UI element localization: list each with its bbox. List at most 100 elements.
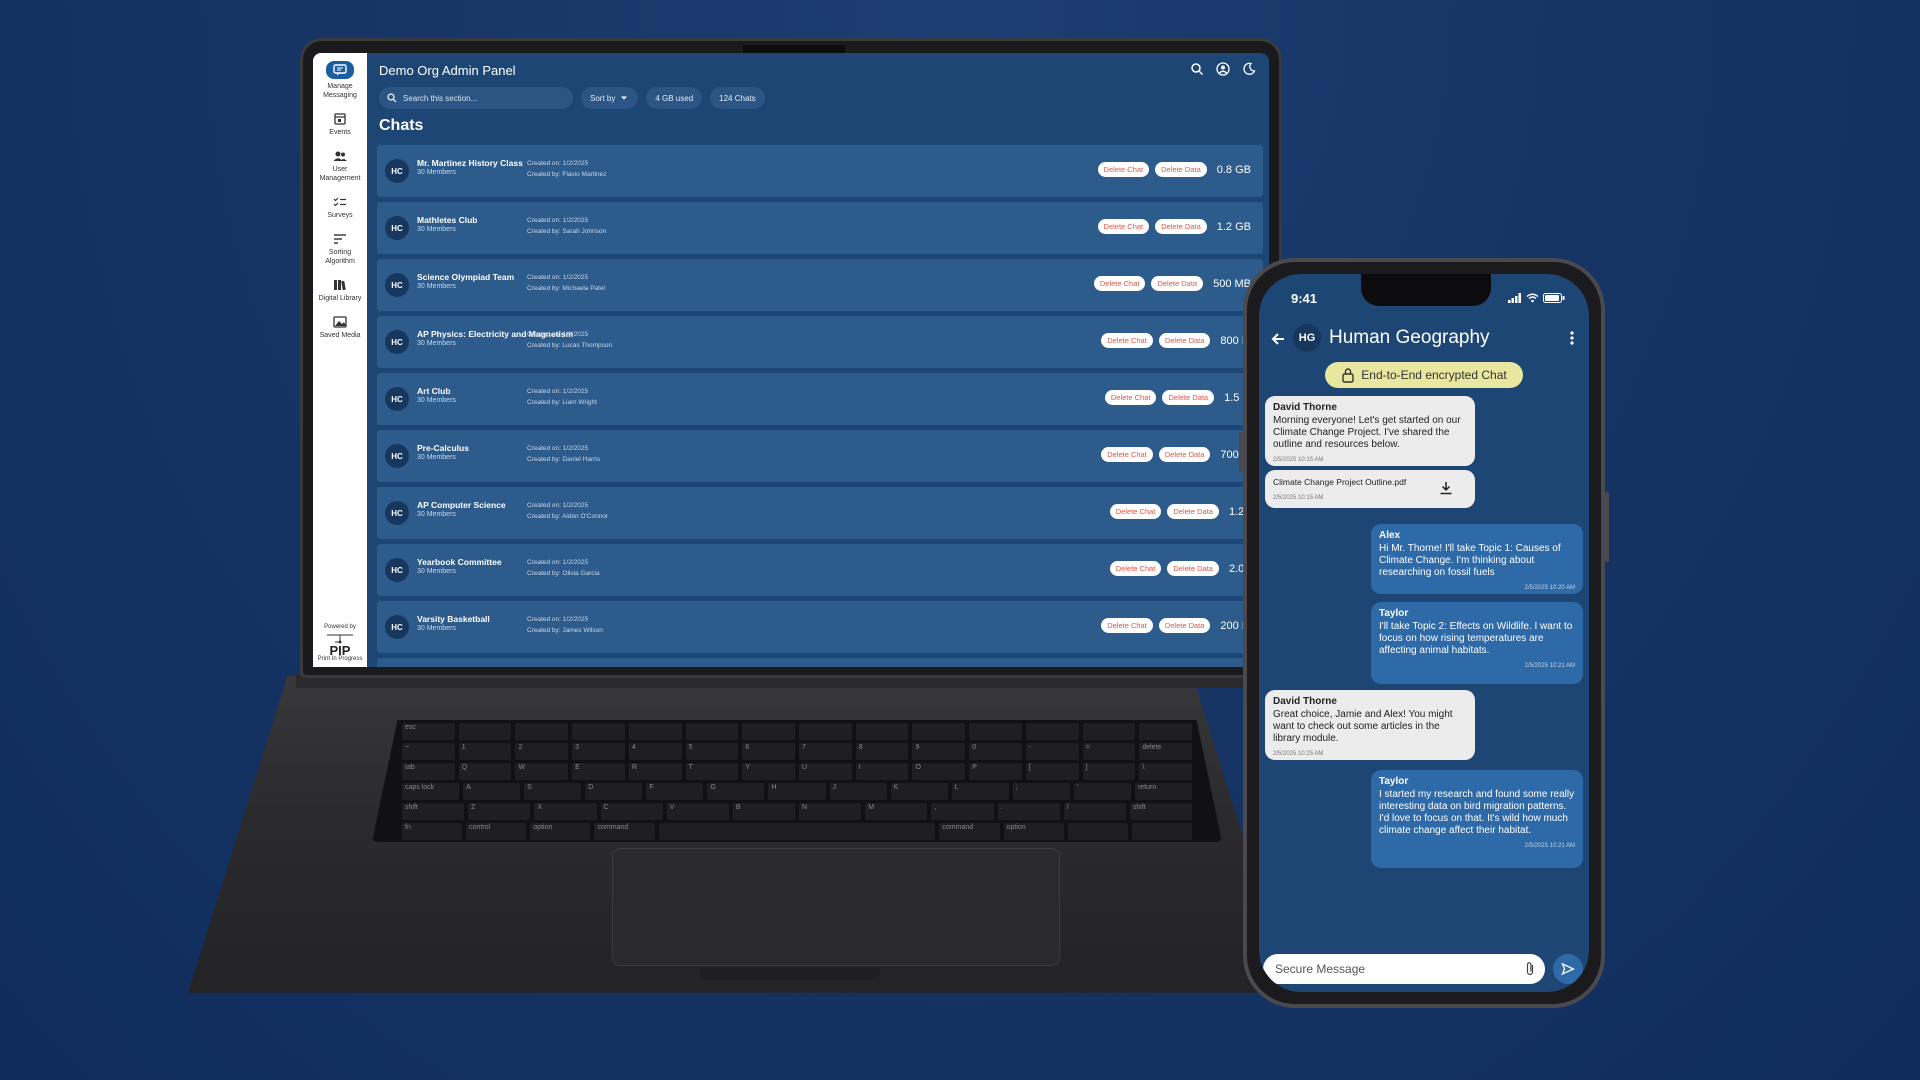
sidebar-item-surveys[interactable]: Surveys — [314, 193, 366, 220]
keyboard-key[interactable]: W — [515, 763, 569, 780]
keyboard-key[interactable]: command — [594, 823, 655, 840]
delete-chat-button[interactable]: Delete Chat — [1109, 504, 1162, 519]
back-arrow-icon[interactable] — [1269, 330, 1287, 348]
keyboard-key[interactable]: delete — [1139, 743, 1193, 760]
keyboard-key[interactable]: , — [931, 803, 994, 820]
delete-data-button[interactable]: Delete Data — [1162, 390, 1215, 405]
keyboard-key[interactable]: fn — [402, 823, 463, 840]
message-bubble[interactable]: David Thorne Morning everyone! Let's get… — [1265, 396, 1475, 466]
keyboard-key[interactable]: tab — [402, 763, 455, 780]
keyboard-key[interactable]: 6 — [742, 743, 796, 760]
keyboard-key[interactable]: O — [912, 763, 966, 780]
sidebar-item-user-management[interactable]: User Management — [314, 147, 366, 183]
keyboard-key[interactable]: control — [466, 823, 527, 840]
keyboard-key[interactable]: L — [951, 783, 1009, 800]
keyboard-key[interactable]: N — [799, 803, 862, 820]
delete-data-button[interactable]: Delete Data — [1155, 162, 1207, 177]
delete-data-button[interactable]: Delete Data — [1167, 561, 1219, 576]
chat-row[interactable]: HC Mr. Martinez History Class 30 Members… — [377, 145, 1263, 197]
more-options-icon[interactable] — [1569, 330, 1575, 346]
keyboard-key[interactable]: 7 — [799, 743, 852, 760]
keyboard-key[interactable]: esc — [402, 723, 455, 740]
message-input[interactable]: Secure Message — [1263, 954, 1545, 984]
keyboard-key[interactable]: 5 — [685, 743, 739, 760]
keyboard-key[interactable] — [628, 723, 682, 740]
delete-data-button[interactable]: Delete Data — [1151, 276, 1204, 291]
avatar[interactable]: HG — [1293, 324, 1321, 352]
keyboard-key[interactable]: 8 — [855, 743, 909, 760]
keyboard-key[interactable]: U — [799, 763, 852, 780]
chat-row[interactable]: HC Varsity Basketball 30 Members Created… — [377, 601, 1263, 653]
keyboard-key[interactable]: Y — [742, 763, 796, 780]
keyboard-key[interactable]: J — [829, 783, 887, 800]
delete-chat-button[interactable]: Delete Chat — [1104, 390, 1157, 405]
keyboard-key[interactable]: \ — [1139, 763, 1193, 780]
keyboard-key[interactable] — [658, 823, 936, 840]
keyboard-key[interactable]: ; — [1012, 783, 1070, 800]
chat-row[interactable]: HC Yearbook Committee 30 Members Created… — [377, 544, 1263, 596]
keyboard-key[interactable]: ~ — [402, 743, 455, 760]
keyboard-key[interactable]: / — [1063, 803, 1126, 820]
delete-chat-button[interactable]: Delete Chat — [1097, 162, 1150, 177]
keyboard-key[interactable]: 9 — [912, 743, 966, 760]
attachment-bubble[interactable]: Climate Change Project Outline.pdf 2/5/2… — [1265, 470, 1475, 508]
keyboard-key[interactable]: 3 — [572, 743, 625, 760]
message-bubble[interactable]: David Thorne Great choice, Jamie and Ale… — [1265, 690, 1475, 760]
account-icon[interactable] — [1215, 61, 1231, 77]
keyboard-key[interactable]: . — [997, 803, 1060, 820]
keyboard-key[interactable] — [912, 723, 966, 740]
keyboard-key[interactable] — [515, 723, 569, 740]
search-input[interactable]: Search this section... — [379, 87, 573, 109]
keyboard-key[interactable]: D — [585, 783, 643, 800]
chat-row[interactable]: HC AP Computer Science 30 Members Create… — [377, 487, 1263, 539]
keyboard-key[interactable]: T — [685, 763, 739, 780]
keyboard-key[interactable]: M — [865, 803, 928, 820]
delete-data-button[interactable]: Delete Data — [1158, 447, 1211, 462]
delete-data-button[interactable]: Delete Data — [1158, 618, 1211, 633]
dark-mode-icon[interactable] — [1241, 61, 1257, 77]
delete-data-button[interactable]: Delete Data — [1167, 504, 1219, 519]
message-bubble[interactable]: Alex Hi Mr. Thorne! I'll take Topic 1: C… — [1371, 524, 1583, 594]
delete-chat-button[interactable]: Delete Chat — [1101, 618, 1153, 633]
keyboard-key[interactable]: option — [1003, 823, 1064, 840]
keyboard-key[interactable]: 4 — [628, 743, 682, 760]
chat-row[interactable]: HC Track and Field Team Created on: 1/2/… — [377, 658, 1263, 667]
download-icon[interactable] — [1439, 481, 1453, 495]
keyboard-key[interactable]: R — [628, 763, 682, 780]
delete-chat-button[interactable]: Delete Chat — [1101, 333, 1153, 348]
keyboard-key[interactable]: G — [707, 783, 765, 800]
keyboard-key[interactable]: F — [646, 783, 704, 800]
keyboard-key[interactable]: - — [1025, 743, 1079, 760]
delete-chat-button[interactable]: Delete Chat — [1101, 447, 1153, 462]
keyboard-key[interactable]: shift — [1129, 803, 1193, 820]
keyboard-key[interactable]: B — [732, 803, 796, 820]
keyboard-key[interactable] — [855, 723, 909, 740]
chat-row[interactable]: HC Mathletes Club 30 Members Created on:… — [377, 202, 1263, 254]
keyboard-key[interactable]: I — [855, 763, 909, 780]
keyboard-key[interactable]: C — [600, 803, 663, 820]
delete-data-button[interactable]: Delete Data — [1155, 219, 1207, 234]
keyboard-key[interactable] — [1131, 823, 1193, 840]
delete-chat-button[interactable]: Delete Chat — [1097, 219, 1150, 234]
keyboard-key[interactable] — [799, 723, 852, 740]
keyboard-key[interactable]: ' — [1073, 783, 1131, 800]
keyboard-key[interactable]: V — [666, 803, 729, 820]
keyboard-key[interactable]: K — [890, 783, 948, 800]
message-bubble[interactable]: Taylor I started my research and found s… — [1371, 770, 1583, 868]
sidebar-item-events[interactable]: Events — [314, 110, 366, 137]
chat-row[interactable]: HC Art Club 30 Members Created on: 1/2/2… — [377, 373, 1263, 425]
keyboard-key[interactable]: command — [939, 823, 1000, 840]
keyboard-key[interactable]: H — [768, 783, 826, 800]
keyboard-key[interactable]: A — [463, 783, 521, 800]
keyboard-key[interactable]: Z — [468, 803, 531, 820]
keyboard-key[interactable] — [1067, 823, 1128, 840]
keyboard-key[interactable]: caps lock — [402, 783, 460, 800]
keyboard-key[interactable]: 0 — [969, 743, 1022, 760]
sort-dropdown[interactable]: Sort by — [581, 87, 639, 109]
keyboard-key[interactable]: E — [572, 763, 625, 780]
keyboard-key[interactable]: Q — [458, 763, 512, 780]
chat-row[interactable]: HC Pre-Calculus 30 Members Created on: 1… — [377, 430, 1263, 482]
keyboard-key[interactable]: shift — [402, 803, 465, 820]
search-icon[interactable] — [1189, 61, 1205, 77]
keyboard-key[interactable]: 1 — [458, 743, 512, 760]
